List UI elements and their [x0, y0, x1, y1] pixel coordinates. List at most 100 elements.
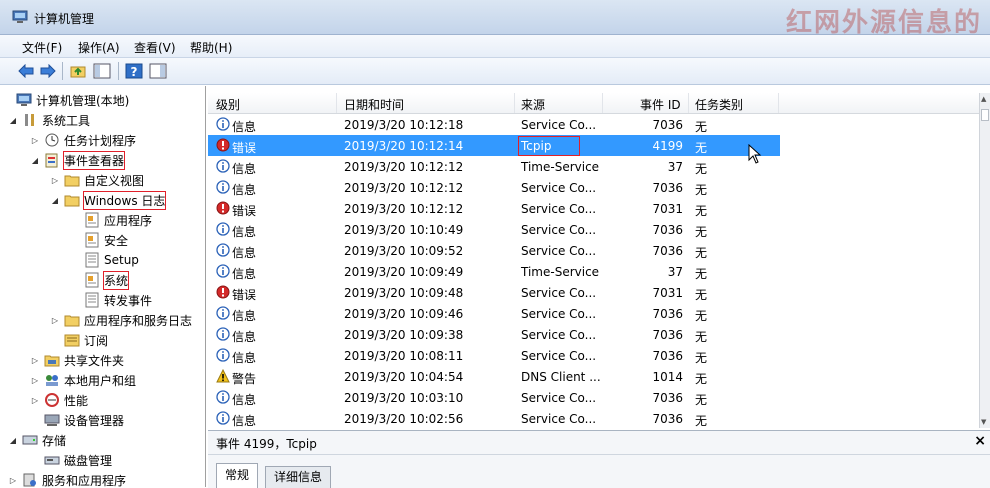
- help-button[interactable]: ?: [124, 61, 144, 81]
- expand-arrow-icon[interactable]: ▷: [30, 396, 40, 405]
- title-bar: 计算机管理 红网外源信息的: [0, 0, 990, 38]
- event-level: 信息: [232, 267, 257, 281]
- log-icon: [84, 272, 100, 288]
- toolbar-separator: [118, 62, 119, 80]
- scroll-thumb[interactable]: [981, 109, 989, 121]
- show-tree-button[interactable]: [92, 61, 112, 81]
- column-event-id[interactable]: 事件 ID: [640, 96, 681, 113]
- event-source: Service Co...: [521, 223, 597, 237]
- tab-details[interactable]: 详细信息: [265, 466, 332, 488]
- expand-arrow-icon[interactable]: ▷: [8, 476, 18, 485]
- tree-node[interactable]: 磁盘管理: [44, 450, 112, 470]
- event-id: 7036: [652, 307, 683, 321]
- column-divider[interactable]: [778, 93, 779, 113]
- tree-node[interactable]: ◢ 存储: [8, 430, 66, 450]
- console-tree: 计算机管理(本地) ◢ 系统工具 ▷ 任务计划程序 ◢ 事件查看器 ▷ 自定义视图 ◢ Window…: [0, 86, 206, 487]
- tree-node[interactable]: 安全: [84, 230, 128, 250]
- tree-node-label: 系统工具: [42, 113, 91, 128]
- event-row[interactable]: 错误 2019/3/20 10:12:14 Tcpip 4199 无: [208, 135, 780, 156]
- expand-arrow-icon[interactable]: ▷: [30, 136, 40, 145]
- column-level[interactable]: 级别: [216, 96, 240, 113]
- event-task-category: 无: [695, 141, 708, 155]
- expand-arrow-icon[interactable]: ▷: [30, 356, 40, 365]
- menu-file[interactable]: 文件(F): [22, 39, 62, 56]
- event-row[interactable]: 信息 2019/3/20 10:09:52 Service Co... 7036 无: [208, 240, 980, 261]
- event-id: 1014: [652, 370, 683, 384]
- tree-node[interactable]: ◢ 系统工具: [8, 110, 90, 130]
- event-row[interactable]: 警告 2019/3/20 10:04:54 DNS Client ... 1014 无: [208, 366, 980, 387]
- event-row[interactable]: 信息 2019/3/20 10:10:49 Service Co... 7036 无: [208, 219, 980, 240]
- event-row[interactable]: 错误 2019/3/20 10:12:12 Service Co... 7031 无: [208, 198, 980, 219]
- expand-arrow-icon[interactable]: ▷: [50, 316, 60, 325]
- event-row[interactable]: 信息 2019/3/20 10:03:10 Service Co... 7036 无: [208, 387, 980, 408]
- tree-node[interactable]: ▷ 共享文件夹: [30, 350, 124, 370]
- event-row[interactable]: 信息 2019/3/20 10:09:49 Time-Service 37 无: [208, 261, 980, 282]
- event-list: 级别 日期和时间 来源 事件 ID 任务类别 信息 2019/3/20 10:12…: [208, 86, 990, 428]
- column-datetime[interactable]: 日期和时间: [344, 96, 404, 113]
- event-level: 信息: [232, 162, 257, 176]
- show-action-pane-button[interactable]: [148, 61, 168, 81]
- close-detail-button[interactable]: ×: [974, 433, 986, 449]
- back-button[interactable]: [16, 61, 36, 81]
- scroll-down-arrow[interactable]: ▼: [981, 418, 986, 426]
- event-row[interactable]: 信息 2019/3/20 10:02:56 Service Co... 7036 无: [208, 408, 980, 428]
- tree-node-label: 应用程序和服务日志: [84, 313, 193, 328]
- info-icon: [216, 117, 230, 131]
- info-icon: [216, 390, 230, 404]
- event-row[interactable]: 信息 2019/3/20 10:09:46 Service Co... 7036 无: [208, 303, 980, 324]
- users-icon: [44, 372, 60, 388]
- column-divider[interactable]: [602, 93, 603, 113]
- tree-node[interactable]: 订阅: [64, 330, 108, 350]
- tree-node[interactable]: ▷ 性能: [30, 390, 88, 410]
- scroll-up-arrow[interactable]: ▲: [981, 95, 986, 103]
- column-divider[interactable]: [688, 93, 689, 113]
- tree-node[interactable]: 计算机管理(本地): [16, 90, 129, 110]
- event-row[interactable]: 信息 2019/3/20 10:09:38 Service Co... 7036 无: [208, 324, 980, 345]
- event-row[interactable]: 信息 2019/3/20 10:12:18 Service Co... 7036 无: [208, 114, 980, 135]
- collapse-arrow-icon[interactable]: ◢: [8, 436, 18, 445]
- tree-node[interactable]: ◢ Windows 日志: [50, 190, 167, 210]
- tree-node[interactable]: 转发事件: [84, 290, 152, 310]
- collapse-arrow-icon[interactable]: ◢: [30, 156, 40, 165]
- collapse-arrow-icon[interactable]: ◢: [50, 196, 60, 205]
- tree-node[interactable]: ▷ 应用程序和服务日志: [50, 310, 192, 330]
- tab-general[interactable]: 常规: [216, 463, 259, 488]
- event-source: Service Co...: [521, 328, 597, 342]
- event-source: Service Co...: [521, 202, 597, 216]
- toolbar-separator: [62, 62, 63, 80]
- event-source: Service Co...: [521, 286, 597, 300]
- tree-node[interactable]: 应用程序: [84, 210, 152, 230]
- tree-node[interactable]: ▷ 服务和应用程序: [8, 470, 126, 487]
- tree-node[interactable]: ▷ 自定义视图: [50, 170, 144, 190]
- tree-node[interactable]: ◢ 事件查看器: [30, 150, 126, 170]
- tree-node[interactable]: Setup: [84, 250, 139, 270]
- event-row[interactable]: 错误 2019/3/20 10:09:48 Service Co... 7031 无: [208, 282, 980, 303]
- event-row[interactable]: 信息 2019/3/20 10:08:11 Service Co... 7036 无: [208, 345, 980, 366]
- computer-management-icon: [12, 10, 28, 23]
- folder-up-button[interactable]: [68, 61, 88, 81]
- tree-node[interactable]: ▷ 任务计划程序: [30, 130, 136, 150]
- event-id: 7036: [652, 181, 683, 195]
- tree-node[interactable]: 系统: [84, 270, 130, 290]
- tree-node[interactable]: ▷ 本地用户和组: [30, 370, 136, 390]
- event-row[interactable]: 信息 2019/3/20 10:12:12 Time-Service 37 无: [208, 156, 980, 177]
- tree-node-label: 服务和应用程序: [42, 473, 127, 488]
- column-task-category[interactable]: 任务类别: [695, 96, 743, 113]
- event-source: DNS Client ...: [521, 370, 601, 384]
- event-task-category: 无: [695, 393, 708, 407]
- event-row[interactable]: 信息 2019/3/20 10:12:12 Service Co... 7036 无: [208, 177, 980, 198]
- info-icon: [216, 243, 230, 257]
- column-divider[interactable]: [514, 93, 515, 113]
- menu-view[interactable]: 查看(V): [134, 39, 176, 56]
- column-divider[interactable]: [336, 93, 337, 113]
- tree-node[interactable]: 设备管理器: [44, 410, 124, 430]
- menu-help[interactable]: 帮助(H): [190, 39, 232, 56]
- vertical-scrollbar[interactable]: ▲ ▼: [979, 93, 990, 428]
- expand-arrow-icon[interactable]: ▷: [30, 376, 40, 385]
- menu-action[interactable]: 操作(A): [78, 39, 120, 56]
- collapse-arrow-icon[interactable]: ◢: [8, 116, 18, 125]
- shared-folder-icon: [44, 352, 60, 368]
- forward-button[interactable]: [38, 61, 58, 81]
- expand-arrow-icon[interactable]: ▷: [50, 176, 60, 185]
- column-source[interactable]: 来源: [521, 96, 545, 113]
